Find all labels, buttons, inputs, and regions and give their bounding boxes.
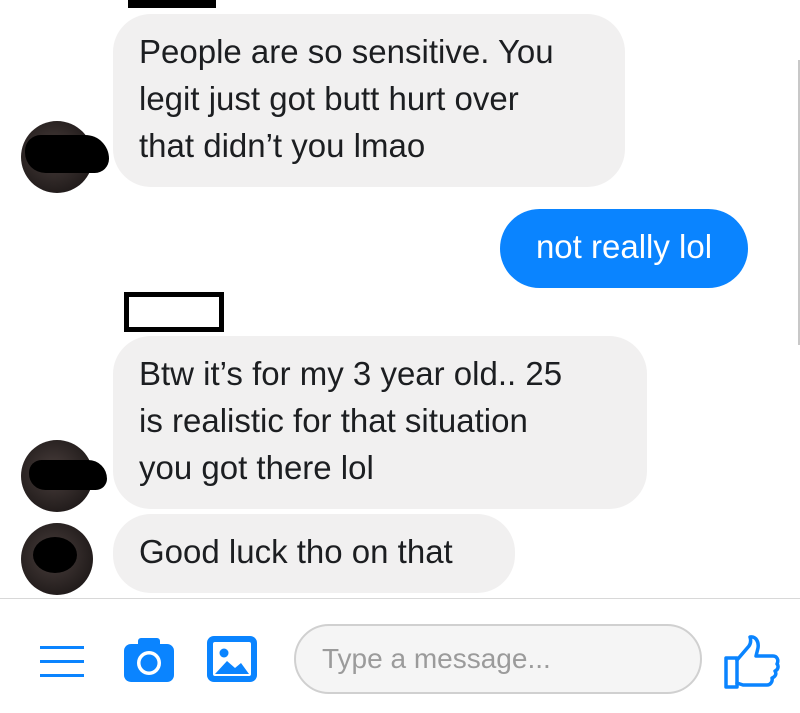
message-input[interactable] <box>294 624 702 694</box>
message-bubble-incoming[interactable]: People are so sensitive. You legit just … <box>113 14 625 187</box>
redaction-bar <box>128 0 216 8</box>
message-bubble-outgoing[interactable]: not really lol <box>500 209 748 288</box>
contact-avatar[interactable] <box>21 121 109 193</box>
like-icon[interactable] <box>723 634 781 690</box>
message-bubble-incoming[interactable]: Btw it’s for my 3 year old.. 25 is reali… <box>113 336 647 509</box>
camera-icon[interactable] <box>122 634 176 684</box>
contact-avatar[interactable] <box>21 440 107 512</box>
gallery-icon[interactable] <box>205 634 259 684</box>
menu-icon[interactable] <box>38 640 86 682</box>
redaction-scribble <box>33 537 77 573</box>
redaction-box <box>124 292 224 332</box>
redaction-scribble <box>25 135 109 173</box>
redaction-scribble <box>29 460 107 490</box>
message-bubble-incoming[interactable]: Good luck tho on that <box>113 514 515 593</box>
contact-avatar[interactable] <box>21 523 93 595</box>
